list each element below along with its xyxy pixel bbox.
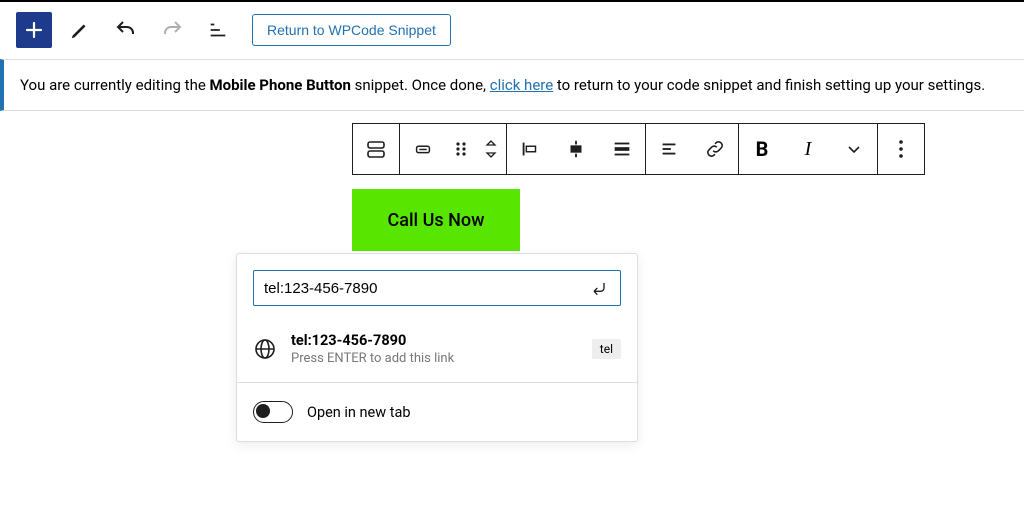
notice-mid: snippet. Once done, [351, 76, 490, 94]
chevron-down-icon [846, 141, 862, 157]
notice-snippet-name: Mobile Phone Button [210, 76, 351, 94]
align-left-icon [519, 138, 541, 160]
globe-icon [253, 337, 277, 361]
justify-button[interactable] [646, 124, 692, 174]
justify-icon [658, 138, 680, 160]
button-block-icon [364, 137, 388, 161]
notice-prefix: You are currently editing the [20, 76, 210, 94]
suggestion-type-tag: tel [592, 339, 621, 359]
bold-label: B [756, 137, 769, 161]
submit-link-button[interactable] [588, 277, 610, 299]
more-options-button[interactable] [878, 124, 924, 174]
link-url-input[interactable] [264, 280, 588, 297]
list-view-icon [207, 19, 229, 41]
drag-handle-icon [455, 139, 467, 159]
align-full-button[interactable] [599, 124, 645, 174]
bold-button[interactable]: B [739, 124, 785, 174]
open-new-tab-toggle[interactable] [253, 401, 293, 423]
italic-label: I [805, 138, 812, 161]
block-mover-button[interactable] [400, 124, 446, 174]
drag-handle[interactable] [446, 124, 476, 174]
plus-icon [24, 20, 44, 40]
align-center-icon [565, 138, 587, 160]
edit-mode-button[interactable] [62, 12, 98, 48]
editor-canvas: B I Call Us Now [0, 111, 1024, 123]
notice-return-link[interactable]: click here [490, 76, 553, 94]
align-full-icon [611, 138, 633, 160]
undo-icon [114, 18, 138, 42]
block-toolbar: B I [352, 123, 925, 175]
toggle-knob [256, 404, 270, 418]
italic-button[interactable]: I [785, 124, 831, 174]
notice-suffix: to return to your code snippet and finis… [553, 76, 985, 94]
mover-icon [412, 138, 434, 160]
undo-button[interactable] [108, 12, 144, 48]
arrows-updown-icon [484, 138, 498, 160]
wpcode-editing-notice: You are currently editing the Mobile Pho… [0, 59, 1024, 111]
suggestion-title: tel:123-456-7890 [291, 332, 578, 349]
add-block-button[interactable] [16, 12, 52, 48]
more-options-icon [898, 139, 904, 159]
more-rich-text-button[interactable] [831, 124, 877, 174]
link-suggestion-item[interactable]: tel:123-456-7890 Press ENTER to add this… [237, 322, 637, 383]
pencil-icon [69, 19, 91, 41]
call-button-label: Call Us Now [388, 210, 485, 231]
redo-button[interactable] [154, 12, 190, 48]
block-type-button[interactable] [353, 124, 399, 174]
align-center-button[interactable] [553, 124, 599, 174]
link-button[interactable] [692, 124, 738, 174]
open-new-tab-label: Open in new tab [307, 404, 411, 421]
align-left-button[interactable] [507, 124, 553, 174]
move-updown-button[interactable] [476, 124, 506, 174]
redo-icon [160, 18, 184, 42]
call-us-now-block-button[interactable]: Call Us Now [352, 189, 520, 251]
suggestion-subtext: Press ENTER to add this link [291, 351, 578, 366]
editor-top-toolbar: Return to WPCode Snippet [0, 0, 1024, 59]
enter-icon [589, 278, 609, 298]
link-popover: tel:123-456-7890 Press ENTER to add this… [236, 253, 638, 442]
link-input-wrapper [253, 270, 621, 306]
return-to-wpcode-button[interactable]: Return to WPCode Snippet [252, 14, 451, 46]
document-overview-button[interactable] [200, 12, 236, 48]
link-icon [704, 138, 726, 160]
